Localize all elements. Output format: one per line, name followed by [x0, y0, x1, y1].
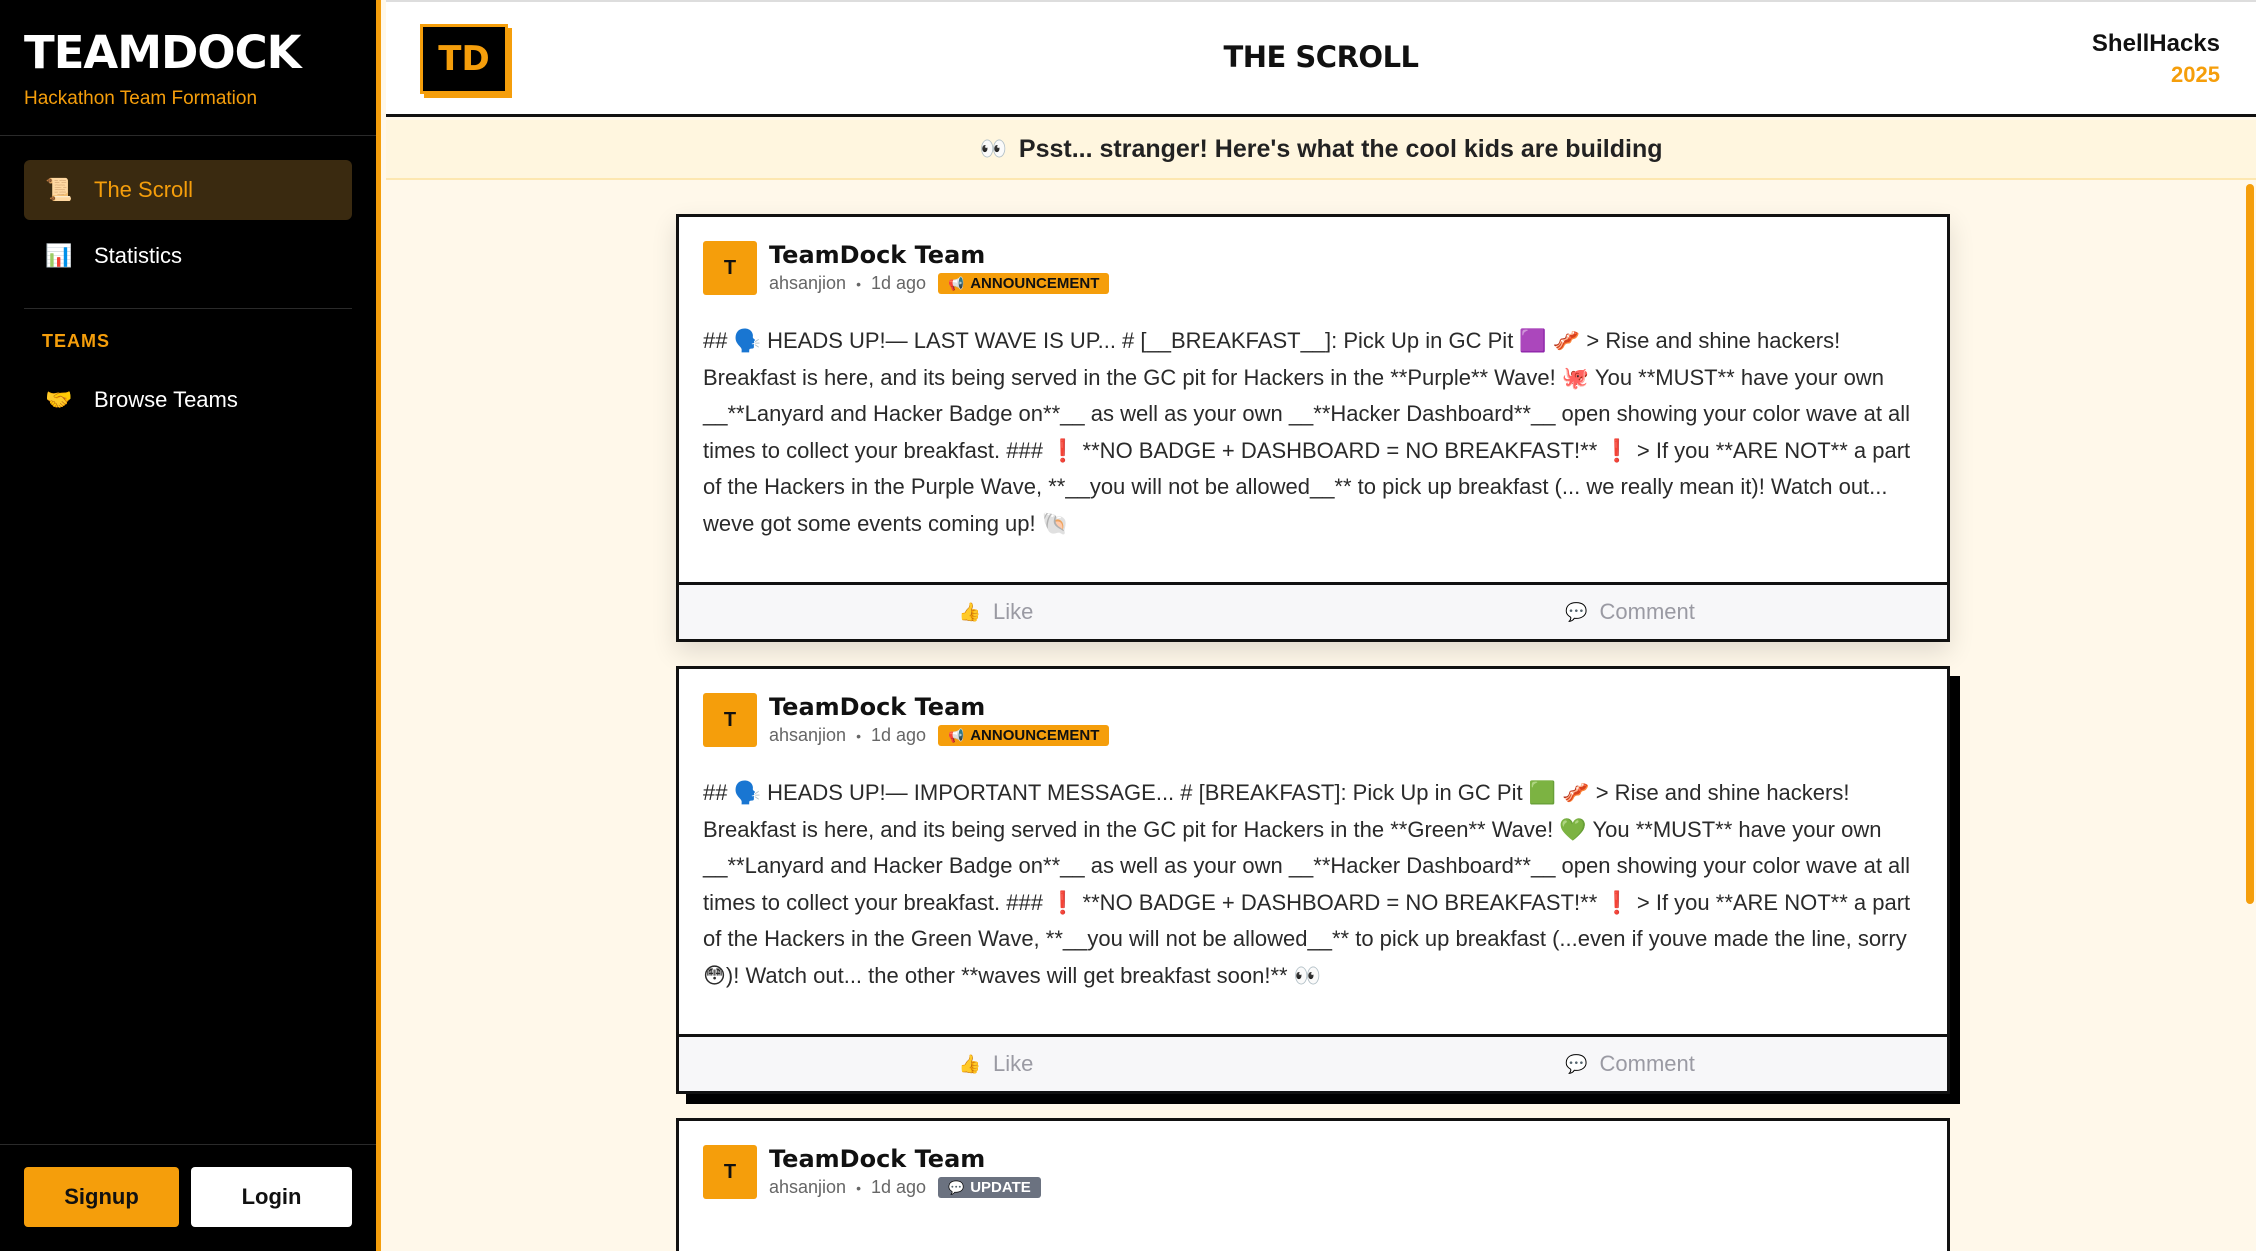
top-header: TD THE SCROLL ShellHacks 2025: [386, 0, 2256, 117]
post-card: T TeamDock Team ahsanjion • 1d ago 📢 ANN…: [676, 666, 1950, 1094]
megaphone-icon: 📢: [948, 727, 965, 743]
brand: TEAMDOCK Hackathon Team Formation: [0, 0, 376, 136]
like-button[interactable]: 👍 Like: [679, 585, 1313, 639]
separator-dot: •: [856, 275, 861, 292]
brand-title[interactable]: TEAMDOCK: [24, 28, 352, 78]
event-name: ShellHacks: [2091, 30, 2220, 57]
welcome-banner: 👀 Psst... stranger! Here's what the cool…: [386, 120, 2256, 180]
comment-label: Comment: [1599, 599, 1695, 624]
sidebar-item-browse-teams[interactable]: 🤝 Browse Teams: [24, 370, 352, 430]
thumbs-up-icon: 👍: [958, 1053, 982, 1074]
teams-heading: TEAMS: [42, 331, 110, 351]
post-tag-badge: 📢 ANNOUNCEMENT: [938, 273, 1110, 294]
post-header: T TeamDock Team ahsanjion • 1d ago 📢 ANN…: [679, 669, 1947, 747]
post-tag-badge: 📢 ANNOUNCEMENT: [938, 725, 1110, 746]
post-meta: ahsanjion • 1d ago 📢 ANNOUNCEMENT: [769, 273, 1110, 294]
post-actions: 👍 Like 💬 Comment: [679, 582, 1947, 639]
post-username[interactable]: ahsanjion: [769, 725, 846, 746]
post-tag-label: ANNOUNCEMENT: [970, 727, 1100, 744]
like-button[interactable]: 👍 Like: [679, 1037, 1313, 1091]
bar-chart-icon: 📊: [45, 243, 73, 268]
post-header: T TeamDock Team ahsanjion • 1d ago 💬 UPD…: [679, 1121, 1947, 1199]
megaphone-icon: 📢: [948, 275, 965, 291]
like-label: Like: [993, 1051, 1034, 1076]
speech-bubble-icon: 💬: [1565, 1053, 1588, 1074]
sidebar-nav: 📜 The Scroll 📊 Statistics TEAMS 🤝 Browse…: [0, 136, 376, 430]
nav-divider: [24, 308, 352, 309]
comment-button[interactable]: 💬 Comment: [1313, 585, 1947, 639]
post-time: 1d ago: [870, 273, 927, 293]
scroll-icon: 📜: [45, 177, 73, 202]
sidebar-item-statistics[interactable]: 📊 Statistics: [24, 226, 352, 286]
post-author[interactable]: TeamDock Team: [769, 1145, 1041, 1173]
sidebar-item-label: The Scroll: [94, 177, 194, 202]
avatar[interactable]: T: [703, 241, 757, 295]
speech-bubble-icon: 💬: [1565, 601, 1588, 622]
signup-button[interactable]: Signup: [24, 1167, 180, 1227]
post-tag-label: UPDATE: [970, 1179, 1031, 1196]
post-tag-label: ANNOUNCEMENT: [970, 275, 1100, 292]
post-card: T TeamDock Team ahsanjion • 1d ago 📢 ANN…: [676, 214, 1950, 642]
event-year: 2025: [2171, 62, 2220, 87]
post-tag-badge: 💬 UPDATE: [938, 1177, 1041, 1198]
avatar[interactable]: T: [703, 1145, 757, 1199]
banner-text: Psst... stranger! Here's what the cool k…: [1018, 134, 1663, 163]
separator-dot: •: [856, 1179, 861, 1196]
post-time: 1d ago: [870, 1177, 927, 1197]
avatar[interactable]: T: [703, 693, 757, 747]
like-label: Like: [993, 599, 1034, 624]
post-username[interactable]: ahsanjion: [769, 1177, 846, 1198]
eyes-icon: 👀: [979, 136, 1007, 161]
post-header: T TeamDock Team ahsanjion • 1d ago 📢 ANN…: [679, 217, 1947, 295]
comment-button[interactable]: 💬 Comment: [1313, 1037, 1947, 1091]
separator-dot: •: [856, 727, 861, 744]
login-button[interactable]: Login: [191, 1167, 352, 1227]
post-meta: ahsanjion • 1d ago 📢 ANNOUNCEMENT: [769, 725, 1110, 746]
page-title: THE SCROLL: [1223, 40, 1419, 74]
post-card: T TeamDock Team ahsanjion • 1d ago 💬 UPD…: [676, 1118, 1950, 1251]
thumbs-up-icon: 👍: [958, 601, 982, 622]
auth-buttons: Signup Login: [0, 1144, 376, 1251]
post-username[interactable]: ahsanjion: [769, 273, 846, 294]
post-body: ## 🗣️ HEADS UP!— IMPORTANT MESSAGE... # …: [703, 780, 1911, 988]
post-author[interactable]: TeamDock Team: [769, 693, 1109, 721]
post-body: ## 🗣️ HEADS UP!— LAST WAVE IS UP... # [_…: [703, 328, 1911, 536]
post-author[interactable]: TeamDock Team: [769, 241, 1109, 269]
comment-label: Comment: [1599, 1051, 1695, 1076]
sidebar: TEAMDOCK Hackathon Team Formation 📜 The …: [0, 0, 381, 1251]
post-meta: ahsanjion • 1d ago 💬 UPDATE: [769, 1177, 1041, 1198]
handshake-icon: 🤝: [45, 387, 73, 412]
post-time: 1d ago: [870, 725, 927, 745]
post-actions: 👍 Like 💬 Comment: [679, 1034, 1947, 1091]
sidebar-item-label: Statistics: [94, 243, 183, 268]
post-feed: T TeamDock Team ahsanjion • 1d ago 📢 ANN…: [676, 214, 1950, 1251]
speech-bubble-icon: 💬: [948, 1179, 965, 1195]
brand-subtitle: Hackathon Team Formation: [24, 87, 258, 109]
scrollbar-thumb[interactable]: [2246, 184, 2254, 904]
sidebar-item-the-scroll[interactable]: 📜 The Scroll: [24, 160, 352, 220]
sidebar-item-label: Browse Teams: [94, 387, 238, 412]
